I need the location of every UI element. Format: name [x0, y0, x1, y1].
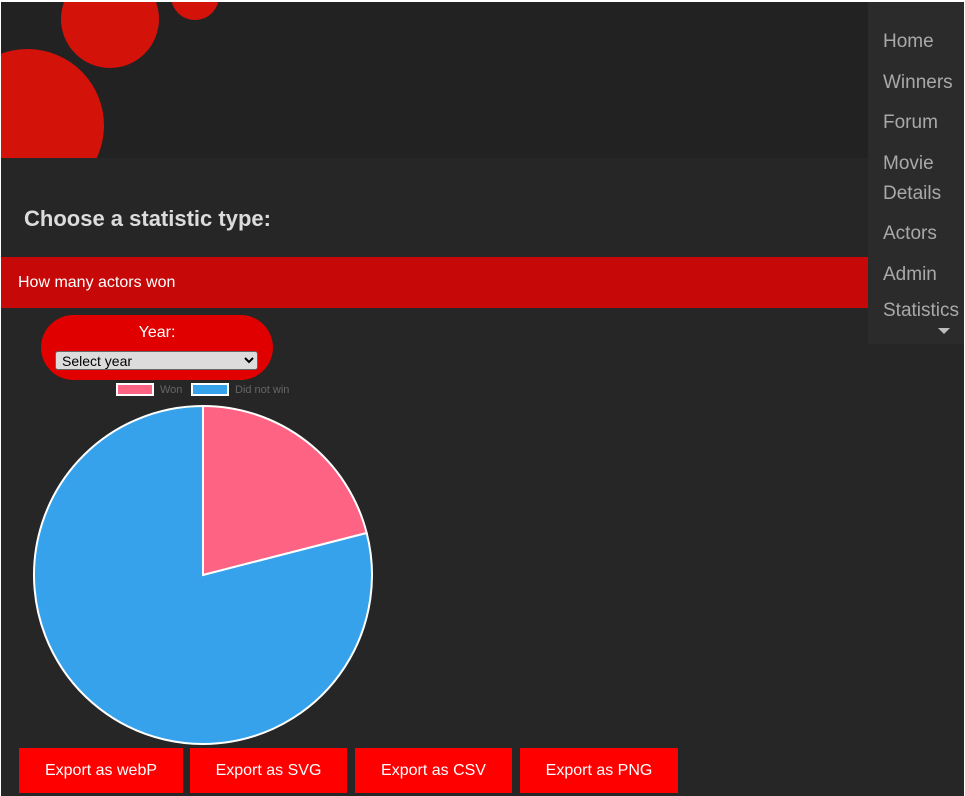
legend-label-1[interactable]: Did not win [235, 384, 289, 396]
page: Home Winners Forum Movie Details Actors … [1, 2, 964, 796]
stat-type-label: How many actors won [18, 274, 176, 291]
legend-swatch-1[interactable] [191, 383, 229, 396]
banner-circle-large [1, 49, 104, 158]
caret-down-icon[interactable] [938, 328, 950, 334]
year-select[interactable]: Select year [55, 351, 258, 370]
side-navigation: Home Winners Forum Movie Details Actors … [868, 2, 964, 344]
pie-chart: Won Did not win [33, 383, 373, 745]
nav-movie-details-line2[interactable]: Details [883, 179, 941, 209]
nav-admin[interactable]: Admin [883, 260, 937, 290]
export-webp-button[interactable]: Export as webP [19, 748, 183, 793]
export-csv-button[interactable]: Export as CSV [355, 748, 512, 793]
page-title: Choose a statistic type: [24, 206, 271, 231]
nav-actors[interactable]: Actors [883, 219, 937, 249]
export-png-button[interactable]: Export as PNG [520, 748, 678, 793]
nav-forum[interactable]: Forum [883, 108, 938, 138]
banner-circle-small [171, 2, 219, 20]
stat-type-option[interactable]: How many actors won [1, 257, 868, 308]
year-label: Year: [138, 324, 176, 341]
nav-movie-details-line1[interactable]: Movie [883, 149, 934, 179]
banner-circle-medium [61, 2, 159, 68]
nav-statistics[interactable]: Statistics [883, 296, 959, 326]
nav-home[interactable]: Home [883, 27, 934, 57]
legend-label-0[interactable]: Won [160, 384, 182, 396]
export-svg-button[interactable]: Export as SVG [190, 748, 347, 793]
header-banner [1, 2, 868, 158]
year-filter: Year: Select year [41, 315, 273, 380]
legend-swatch-0[interactable] [116, 383, 154, 396]
nav-winners[interactable]: Winners [883, 68, 953, 98]
